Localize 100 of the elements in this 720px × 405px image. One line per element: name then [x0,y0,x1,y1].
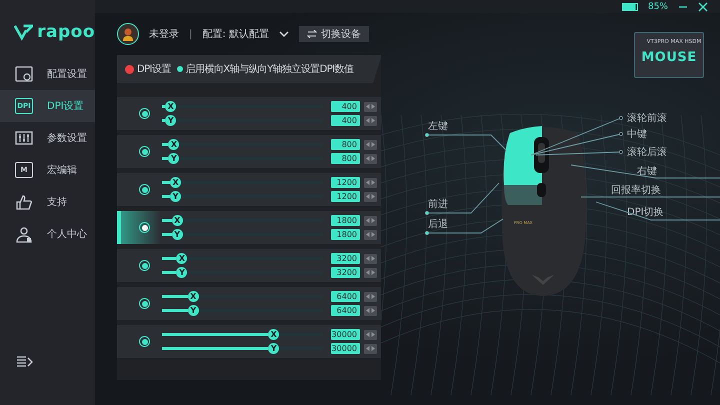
slider-thumb[interactable]: Y [268,343,280,354]
battery-text: 85% [648,2,668,12]
radio-button[interactable] [139,146,150,157]
swap-arrows-icon [306,30,317,38]
dpi-value-field[interactable]: 400 [331,115,360,126]
profile-dropdown[interactable]: 配置: 默认配置 [202,27,269,41]
stepper-button[interactable] [364,116,377,126]
stepper-button[interactable] [364,254,377,264]
sidebar-item[interactable]: 个人中心 [0,218,95,250]
radio-button[interactable] [139,336,150,347]
sidebar-item[interactable]: 参数设置 [0,122,95,154]
left-right-arrows-icon [366,332,375,337]
left-right-arrows-icon [366,294,375,299]
dpi-value-field[interactable]: 6400 [331,291,360,302]
stepper-button[interactable] [364,268,377,278]
slider-thumb[interactable]: X [188,291,199,302]
mouse-button-label: 前进 [428,198,448,211]
menu-icon[interactable] [16,355,34,369]
slider-thumb[interactable]: X [168,139,180,150]
sidebar-label: 支持 [47,196,67,209]
radio-button[interactable] [139,260,150,271]
stepper-button[interactable] [364,330,377,340]
user-status: 未登录 [149,28,179,41]
left-right-arrows-icon [366,256,375,261]
dpi-level-row[interactable]: X 30000 Y 30000 [117,325,381,358]
dpi-level-row[interactable]: X 400 Y 400 [117,97,381,130]
dpi-level-row[interactable]: X 800 Y 800 [117,135,381,168]
radio-button[interactable] [139,298,150,309]
stepper-button[interactable] [364,192,377,202]
sidebar-item[interactable]: 支持 [0,186,95,218]
dpi-value-field[interactable]: 3200 [331,253,360,264]
close-icon[interactable] [698,2,708,12]
mouse-button-label: 中键 [627,128,647,141]
left-right-arrows-icon [366,142,375,147]
left-right-arrows-icon [366,270,375,275]
stepper-button[interactable] [364,292,377,302]
slider-thumb[interactable]: Y [188,305,199,316]
dpi-value-field[interactable]: 400 [331,101,360,112]
dpi-value-field[interactable]: 1800 [331,215,360,226]
sliders-icon [15,130,33,146]
slider-thumb[interactable]: X [268,329,280,340]
mouse-button-label: 滚轮前滚 [627,112,667,125]
slider-thumb[interactable]: X [165,101,176,112]
left-right-arrows-icon [366,194,375,199]
slider-thumb[interactable]: X [176,253,188,264]
chevron-down-icon[interactable] [278,30,289,38]
slider-thumb[interactable]: X [172,215,183,226]
dpi-value-field[interactable]: 3200 [331,267,360,278]
left-right-arrows-icon [366,104,375,109]
radio-button[interactable] [139,108,150,119]
stepper-button[interactable] [364,178,377,188]
stepper-button[interactable] [364,230,377,240]
dpi-level-row[interactable]: X 1800 Y 1800 [117,211,381,244]
sidebar-label: 配置设置 [47,68,87,81]
dpi-level-row[interactable]: X 3200 Y 3200 [117,249,381,282]
mouse-button-label: 左键 [428,120,448,133]
slider-thumb[interactable]: Y [176,267,188,278]
dpi-value-field[interactable]: 800 [331,139,360,150]
slider-thumb[interactable]: Y [165,115,176,126]
dpi-value-field[interactable]: 6400 [331,305,360,316]
dpi-value-field[interactable]: 30000 [331,329,360,340]
dpi-value-field[interactable]: 1800 [331,229,360,240]
sidebar-label: DPI设置 [47,100,84,113]
stepper-button[interactable] [364,102,377,112]
user-silhouette-icon [121,27,135,41]
logo-icon [14,23,34,41]
mouse-button-label: 右键 [637,164,657,178]
dpi-value-field[interactable]: 800 [331,153,360,164]
left-right-arrows-icon [366,118,375,123]
mouse-button-label: 回报率切换 [611,184,661,197]
left-right-arrows-icon [366,180,375,185]
stepper-button[interactable] [364,344,377,354]
dpi-level-row[interactable]: X 6400 Y 6400 [117,287,381,320]
dpi-value-field[interactable]: 1200 [331,177,360,188]
left-right-arrows-icon [366,218,375,223]
dpi-value-field[interactable]: 30000 [331,343,360,354]
logo-text: rapoo [37,22,95,42]
stepper-button[interactable] [364,306,377,316]
stepper-button[interactable] [364,216,377,226]
sidebar-label: 宏编辑 [47,164,77,177]
dpi-value-field[interactable]: 1200 [331,191,360,202]
radio-button[interactable] [139,222,150,233]
radio-button[interactable] [139,184,150,195]
slider-thumb[interactable]: Y [170,191,182,202]
slider-thumb[interactable]: Y [172,229,183,240]
option-label: DPI设置 [137,62,171,76]
sidebar-label: 个人中心 [47,228,87,241]
mouse-button-label: DPI切换 [627,206,664,219]
left-right-arrows-icon [366,346,375,351]
stepper-button[interactable] [364,140,377,150]
person-icon [15,226,33,242]
mouse-button-label: 滚轮后滚 [627,146,667,159]
switch-device-button[interactable]: 切换设备 [298,26,369,42]
sidebar-item[interactable]: 配置设置 [0,58,95,90]
slider-thumb[interactable]: X [170,177,182,188]
stepper-button[interactable] [364,154,377,164]
dpi-level-row[interactable]: X 1200 Y 1200 [117,173,381,206]
slider-thumb[interactable]: Y [168,153,180,164]
avatar[interactable] [117,23,139,45]
device-type: MOUSE [641,50,697,65]
